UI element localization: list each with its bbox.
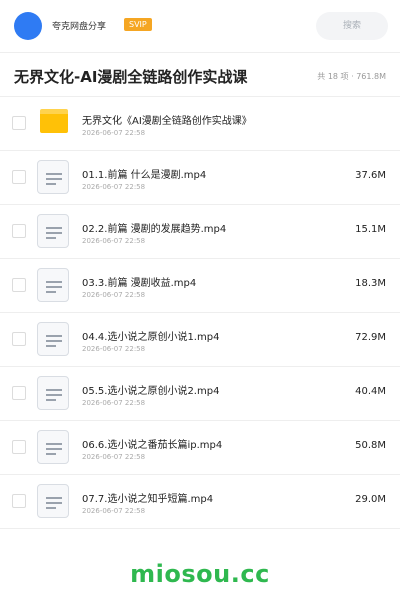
file-icon xyxy=(37,376,69,410)
file-icon xyxy=(37,160,69,194)
svip-badge: SVIP xyxy=(124,18,152,31)
file-date: 2026-06-07 22:58 xyxy=(82,183,146,191)
file-name: 04.4.选小说之原创小说1.mp4 xyxy=(82,332,220,343)
list-item[interactable]: 03.3.前篇 漫剧收益.mp4 2026-06-07 22:58 18.3M xyxy=(0,259,400,313)
file-date: 2026-06-07 22:58 xyxy=(82,129,146,137)
file-date: 2026-06-07 22:58 xyxy=(82,237,146,245)
list-item[interactable]: 01.1.前篇 什么是漫剧.mp4 2026-06-07 22:58 37.6M xyxy=(0,151,400,205)
checkbox[interactable] xyxy=(12,440,26,454)
user-name[interactable]: 夸克网盘分享 xyxy=(52,19,106,32)
folder-icon xyxy=(40,109,68,133)
watermark: miosou.cc xyxy=(130,560,270,588)
share-page: 夸克网盘分享 SVIP 搜索 无界文化-AI漫剧全链路创作实战课 共 18 项 … xyxy=(0,0,400,600)
file-date: 2026-06-07 22:58 xyxy=(82,291,146,299)
file-list: 无界文化《AI漫剧全链路创作实战课》 2026-06-07 22:58 01.1… xyxy=(0,97,400,529)
list-item[interactable]: 02.2.前篇 漫剧的发展趋势.mp4 2026-06-07 22:58 15.… xyxy=(0,205,400,259)
search-input[interactable]: 搜索 xyxy=(316,12,388,40)
file-date: 2026-06-07 22:58 xyxy=(82,399,146,407)
file-date: 2026-06-07 22:58 xyxy=(82,453,146,461)
file-name: 07.7.选小说之知乎短篇.mp4 xyxy=(82,494,214,505)
list-item[interactable]: 07.7.选小说之知乎短篇.mp4 2026-06-07 22:58 29.0M xyxy=(0,475,400,529)
checkbox[interactable] xyxy=(12,278,26,292)
list-item-folder[interactable]: 无界文化《AI漫剧全链路创作实战课》 2026-06-07 22:58 xyxy=(0,97,400,151)
file-size: 50.8M xyxy=(355,440,386,451)
checkbox[interactable] xyxy=(12,170,26,184)
file-size: 29.0M xyxy=(355,494,386,505)
file-name: 03.3.前篇 漫剧收益.mp4 xyxy=(82,278,197,289)
page-title: 无界文化-AI漫剧全链路创作实战课 xyxy=(14,68,248,86)
file-size: 18.3M xyxy=(355,278,386,289)
file-icon xyxy=(37,268,69,302)
file-name: 无界文化《AI漫剧全链路创作实战课》 xyxy=(82,116,252,127)
file-date: 2026-06-07 22:58 xyxy=(82,345,146,353)
list-item[interactable]: 06.6.选小说之番茄长篇ip.mp4 2026-06-07 22:58 50.… xyxy=(0,421,400,475)
file-name: 06.6.选小说之番茄长篇ip.mp4 xyxy=(82,440,223,451)
checkbox[interactable] xyxy=(12,116,26,130)
title-bar: 无界文化-AI漫剧全链路创作实战课 共 18 项 · 761.8M xyxy=(0,53,400,97)
file-icon xyxy=(37,484,69,518)
avatar[interactable] xyxy=(14,12,42,40)
file-date: 2026-06-07 22:58 xyxy=(82,507,146,515)
file-size: 40.4M xyxy=(355,386,386,397)
file-size: 37.6M xyxy=(355,170,386,181)
file-size: 15.1M xyxy=(355,224,386,235)
checkbox[interactable] xyxy=(12,386,26,400)
file-icon xyxy=(37,214,69,248)
folder-meta: 共 18 项 · 761.8M xyxy=(317,72,386,81)
checkbox[interactable] xyxy=(12,332,26,346)
list-item[interactable]: 04.4.选小说之原创小说1.mp4 2026-06-07 22:58 72.9… xyxy=(0,313,400,367)
checkbox[interactable] xyxy=(12,494,26,508)
file-name: 02.2.前篇 漫剧的发展趋势.mp4 xyxy=(82,224,227,235)
file-icon xyxy=(37,322,69,356)
file-name: 01.1.前篇 什么是漫剧.mp4 xyxy=(82,170,207,181)
file-name: 05.5.选小说之原创小说2.mp4 xyxy=(82,386,220,397)
checkbox[interactable] xyxy=(12,224,26,238)
file-size: 72.9M xyxy=(355,332,386,343)
header: 夸克网盘分享 SVIP 搜索 xyxy=(0,0,400,53)
file-icon xyxy=(37,430,69,464)
list-item[interactable]: 05.5.选小说之原创小说2.mp4 2026-06-07 22:58 40.4… xyxy=(0,367,400,421)
